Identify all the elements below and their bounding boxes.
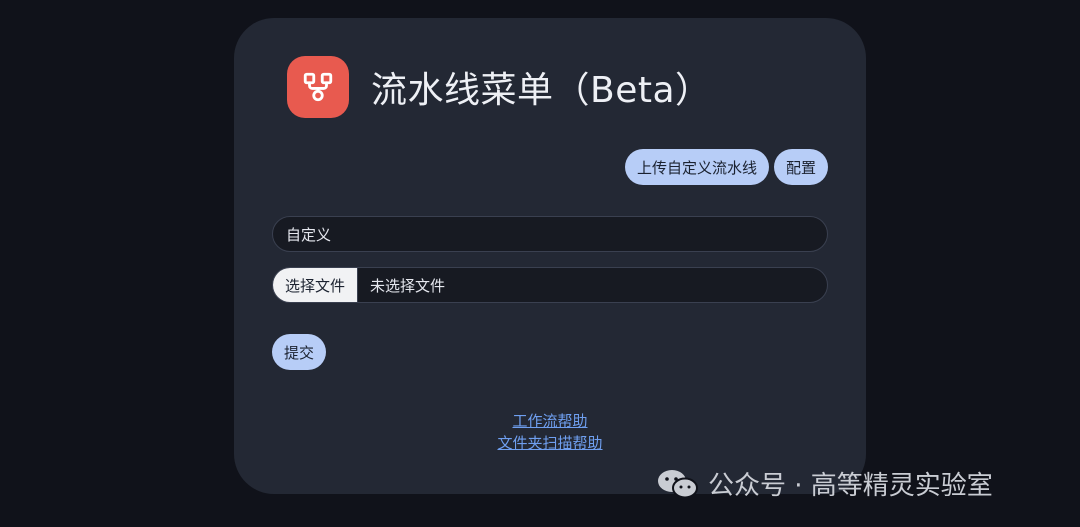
choose-file-button[interactable]: 选择文件: [273, 268, 359, 302]
pipeline-select-field[interactable]: 自定义: [272, 216, 828, 252]
help-links: 工作流帮助 文件夹扫描帮助: [234, 410, 866, 454]
upload-custom-pipeline-button[interactable]: 上传自定义流水线: [624, 149, 769, 185]
file-input[interactable]: 选择文件 未选择文件: [272, 267, 828, 303]
workflow-help-link[interactable]: 工作流帮助: [234, 410, 866, 432]
page-title: 流水线菜单（Beta）: [371, 70, 712, 111]
pipeline-select-value: 自定义: [286, 225, 332, 244]
watermark-text: 公众号 · 高等精灵实验室: [708, 471, 993, 501]
pipeline-menu-card: 流水线菜单（Beta） 上传自定义流水线 配置 自定义 选择文件 未选择文件 提…: [234, 18, 866, 494]
config-button[interactable]: 配置: [773, 149, 828, 185]
workflow-icon: [287, 56, 349, 118]
watermark: 公众号 · 高等精灵实验室: [656, 465, 993, 502]
header: 流水线菜单（Beta）: [287, 56, 712, 118]
folder-scan-help-link[interactable]: 文件夹扫描帮助: [234, 432, 866, 454]
file-status-text: 未选择文件: [370, 276, 446, 295]
wechat-icon: [658, 469, 698, 498]
action-bar: 上传自定义流水线 配置: [624, 149, 828, 185]
submit-button[interactable]: 提交: [272, 334, 327, 370]
